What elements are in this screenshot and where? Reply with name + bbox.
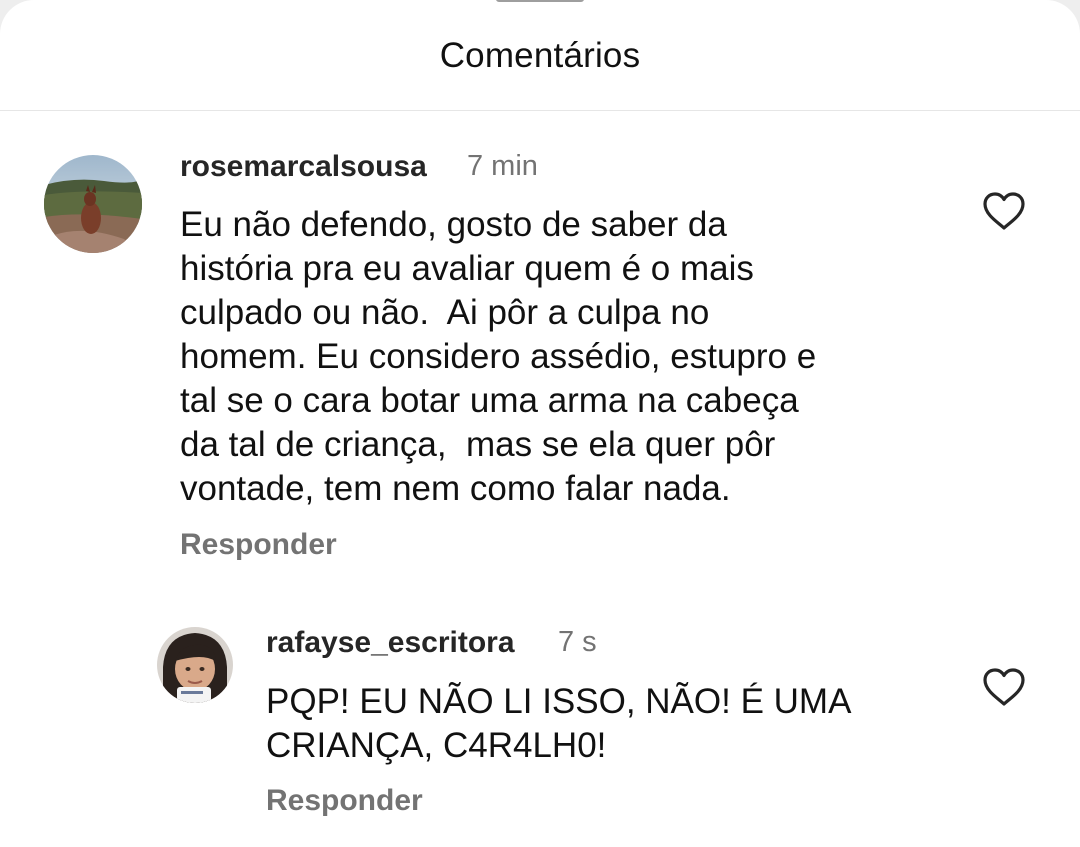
heart-outline-icon[interactable] bbox=[981, 190, 1027, 232]
comment-timestamp: 7 s bbox=[558, 626, 597, 658]
heart-outline-icon[interactable] bbox=[981, 666, 1027, 708]
reply-button[interactable]: Responder bbox=[180, 528, 337, 562]
avatar[interactable] bbox=[157, 627, 233, 703]
avatar[interactable] bbox=[44, 155, 142, 253]
reply-button[interactable]: Responder bbox=[266, 784, 423, 818]
comment-username[interactable]: rosemarcalsousa bbox=[180, 150, 427, 184]
comment-timestamp: 7 min bbox=[467, 150, 538, 182]
comment-text: PQP! EU NÃO LI ISSO, NÃO! É UMA CRIANÇA,… bbox=[266, 682, 852, 765]
comment-username[interactable]: rafayse_escritora bbox=[266, 626, 515, 660]
comments-header: Comentários bbox=[0, 0, 1080, 111]
comments-sheet: Comentários rosemarcalsousa 7 min Eu não… bbox=[0, 0, 1080, 847]
page-title: Comentários bbox=[439, 36, 641, 75]
comment-text: Eu não defendo, gosto de saber da histór… bbox=[180, 205, 817, 508]
